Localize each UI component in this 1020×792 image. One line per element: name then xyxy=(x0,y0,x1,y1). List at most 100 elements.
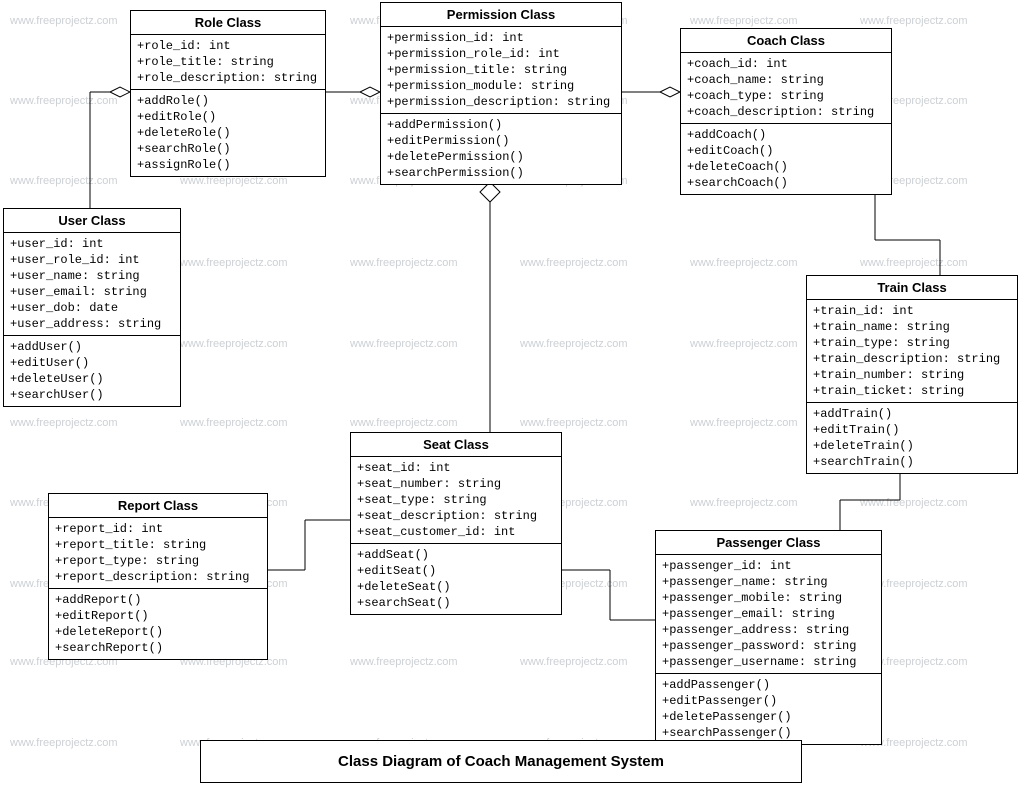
method: +addPassenger() xyxy=(662,677,875,693)
attr: +coach_name: string xyxy=(687,72,885,88)
class-methods: +addRole() +editRole() +deleteRole() +se… xyxy=(131,90,325,176)
class-methods: +addPermission() +editPermission() +dele… xyxy=(381,114,621,184)
method: +editUser() xyxy=(10,355,174,371)
class-attrs: +role_id: int +role_title: string +role_… xyxy=(131,35,325,90)
class-attrs: +report_id: int +report_title: string +r… xyxy=(49,518,267,589)
attr: +passenger_mobile: string xyxy=(662,590,875,606)
attr: +passenger_username: string xyxy=(662,654,875,670)
attr: +report_description: string xyxy=(55,569,261,585)
attr: +passenger_password: string xyxy=(662,638,875,654)
watermark-text: www.freeprojectz.com xyxy=(10,15,118,27)
class-title: Seat Class xyxy=(351,433,561,457)
method: +searchReport() xyxy=(55,640,261,656)
watermark-text: www.freeprojectz.com xyxy=(520,257,628,269)
watermark-text: www.freeprojectz.com xyxy=(520,656,628,668)
attr: +train_id: int xyxy=(813,303,1011,319)
method: +searchPassenger() xyxy=(662,725,875,741)
class-title: Train Class xyxy=(807,276,1017,300)
attr: +coach_description: string xyxy=(687,104,885,120)
attr: +train_type: string xyxy=(813,335,1011,351)
attr: +report_id: int xyxy=(55,521,261,537)
class-role: Role Class +role_id: int +role_title: st… xyxy=(130,10,326,177)
watermark-text: www.freeprojectz.com xyxy=(10,95,118,107)
method: +addUser() xyxy=(10,339,174,355)
watermark-text: www.freeprojectz.com xyxy=(180,417,288,429)
method: +assignRole() xyxy=(137,157,319,173)
attr: +role_description: string xyxy=(137,70,319,86)
attr: +user_role_id: int xyxy=(10,252,174,268)
method: +deleteRole() xyxy=(137,125,319,141)
class-attrs: +permission_id: int +permission_role_id:… xyxy=(381,27,621,114)
method: +editRole() xyxy=(137,109,319,125)
class-title: Passenger Class xyxy=(656,531,881,555)
attr: +coach_type: string xyxy=(687,88,885,104)
method: +editCoach() xyxy=(687,143,885,159)
watermark-text: www.freeprojectz.com xyxy=(350,257,458,269)
class-title: Coach Class xyxy=(681,29,891,53)
watermark-text: www.freeprojectz.com xyxy=(860,15,968,27)
attr: +user_name: string xyxy=(10,268,174,284)
watermark-text: www.freeprojectz.com xyxy=(350,417,458,429)
method: +addPermission() xyxy=(387,117,615,133)
attr: +train_description: string xyxy=(813,351,1011,367)
watermark-text: www.freeprojectz.com xyxy=(10,417,118,429)
method: +searchTrain() xyxy=(813,454,1011,470)
class-title: Report Class xyxy=(49,494,267,518)
watermark-text: www.freeprojectz.com xyxy=(520,417,628,429)
attr: +passenger_address: string xyxy=(662,622,875,638)
class-title: Role Class xyxy=(131,11,325,35)
method: +deleteReport() xyxy=(55,624,261,640)
class-user: User Class +user_id: int +user_role_id: … xyxy=(3,208,181,407)
attr: +seat_customer_id: int xyxy=(357,524,555,540)
class-methods: +addPassenger() +editPassenger() +delete… xyxy=(656,674,881,744)
method: +addReport() xyxy=(55,592,261,608)
attr: +permission_role_id: int xyxy=(387,46,615,62)
attr: +user_address: string xyxy=(10,316,174,332)
class-attrs: +user_id: int +user_role_id: int +user_n… xyxy=(4,233,180,336)
watermark-text: www.freeprojectz.com xyxy=(10,175,118,187)
class-attrs: +coach_id: int +coach_name: string +coac… xyxy=(681,53,891,124)
method: +deletePassenger() xyxy=(662,709,875,725)
class-seat: Seat Class +seat_id: int +seat_number: s… xyxy=(350,432,562,615)
class-title: User Class xyxy=(4,209,180,233)
method: +addTrain() xyxy=(813,406,1011,422)
attr: +coach_id: int xyxy=(687,56,885,72)
attr: +seat_id: int xyxy=(357,460,555,476)
method: +deleteCoach() xyxy=(687,159,885,175)
method: +searchPermission() xyxy=(387,165,615,181)
watermark-text: www.freeprojectz.com xyxy=(860,257,968,269)
attr: +role_title: string xyxy=(137,54,319,70)
method: +editTrain() xyxy=(813,422,1011,438)
attr: +passenger_name: string xyxy=(662,574,875,590)
class-methods: +addUser() +editUser() +deleteUser() +se… xyxy=(4,336,180,406)
watermark-text: www.freeprojectz.com xyxy=(350,656,458,668)
attr: +passenger_email: string xyxy=(662,606,875,622)
watermark-text: www.freeprojectz.com xyxy=(690,338,798,350)
attr: +permission_id: int xyxy=(387,30,615,46)
class-attrs: +seat_id: int +seat_number: string +seat… xyxy=(351,457,561,544)
class-methods: +addCoach() +editCoach() +deleteCoach() … xyxy=(681,124,891,194)
method: +deleteTrain() xyxy=(813,438,1011,454)
watermark-text: www.freeprojectz.com xyxy=(350,338,458,350)
watermark-text: www.freeprojectz.com xyxy=(690,257,798,269)
method: +searchRole() xyxy=(137,141,319,157)
attr: +train_number: string xyxy=(813,367,1011,383)
attr: +seat_type: string xyxy=(357,492,555,508)
attr: +passenger_id: int xyxy=(662,558,875,574)
class-attrs: +passenger_id: int +passenger_name: stri… xyxy=(656,555,881,674)
attr: +role_id: int xyxy=(137,38,319,54)
watermark-text: www.freeprojectz.com xyxy=(690,497,798,509)
watermark-text: www.freeprojectz.com xyxy=(860,497,968,509)
method: +addCoach() xyxy=(687,127,885,143)
class-title: Permission Class xyxy=(381,3,621,27)
watermark-text: www.freeprojectz.com xyxy=(180,338,288,350)
class-attrs: +train_id: int +train_name: string +trai… xyxy=(807,300,1017,403)
class-permission: Permission Class +permission_id: int +pe… xyxy=(380,2,622,185)
method: +deleteSeat() xyxy=(357,579,555,595)
attr: +seat_description: string xyxy=(357,508,555,524)
method: +searchUser() xyxy=(10,387,174,403)
class-train: Train Class +train_id: int +train_name: … xyxy=(806,275,1018,474)
method: +addSeat() xyxy=(357,547,555,563)
class-passenger: Passenger Class +passenger_id: int +pass… xyxy=(655,530,882,745)
method: +editReport() xyxy=(55,608,261,624)
